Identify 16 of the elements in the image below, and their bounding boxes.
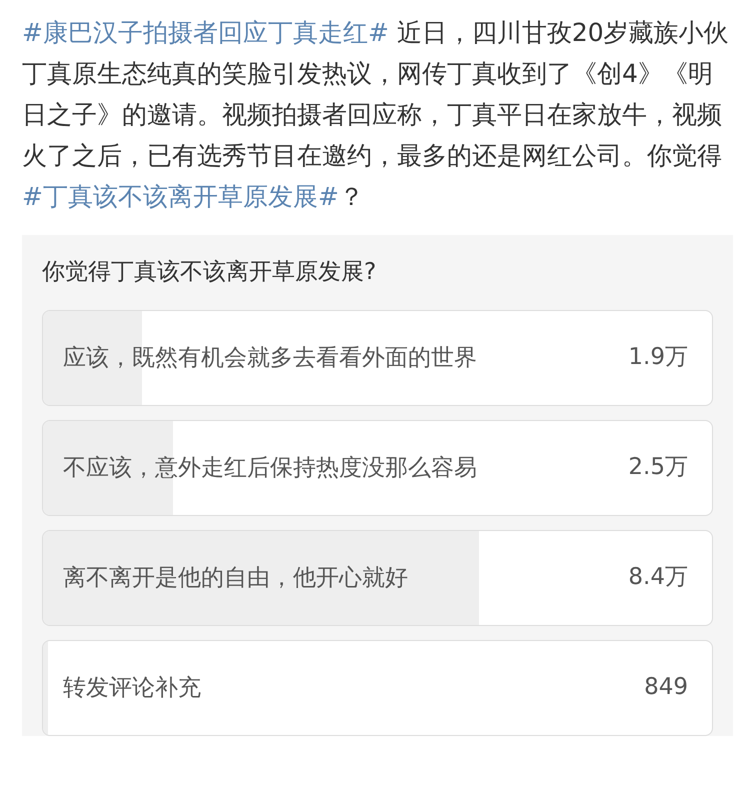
post-text: #康巴汉子拍摄者回应丁真走红# 近日，四川甘孜20岁藏族小伙丁真原生态纯真的笑脸引发热议，网传丁真收到了《创4》《明日之子》的邀请。视频拍摄者回应称，丁真平日在家放牛，视频火了之后，已有选秀节目在邀约，最多的还是网红公司。你觉得 #丁真该不该离开草原发展#？ xyxy=(21,17,730,213)
option-label: 应该，既然有机会就多去看看外面的世界 xyxy=(63,344,477,372)
poll-question: 你觉得丁真该不该离开草原发展? xyxy=(42,258,378,287)
hashtag-link[interactable]: #丁真该不该离开草原发展# xyxy=(22,182,339,211)
hashtag-link[interactable]: #康巴汉子拍摄者回应丁真走红# xyxy=(22,18,389,47)
vote-count: 8.4万 xyxy=(628,563,688,592)
option-label: 离不离开是他的自由，他开心就好 xyxy=(63,564,408,592)
poll-option[interactable]: 不应该，意外走红后保持热度没那么容易 2.5万 xyxy=(42,420,713,516)
poll-option[interactable]: 应该，既然有机会就多去看看外面的世界 1.9万 xyxy=(42,310,713,406)
vote-count: 1.9万 xyxy=(628,343,688,372)
option-label: 不应该，意外走红后保持热度没那么容易 xyxy=(63,454,477,482)
vote-count: 849 xyxy=(644,673,688,702)
vote-count: 2.5万 xyxy=(628,453,688,482)
poll-option[interactable]: 离不离开是他的自由，他开心就好 8.4万 xyxy=(42,530,713,626)
option-label: 转发评论补充 xyxy=(63,674,201,702)
poll-option[interactable]: 转发评论补充 849 xyxy=(42,640,713,736)
